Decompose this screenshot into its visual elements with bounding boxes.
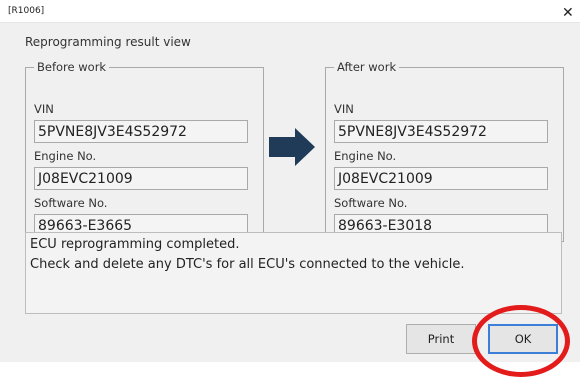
- print-button[interactable]: Print: [406, 324, 476, 354]
- close-icon[interactable]: ✕: [556, 2, 578, 20]
- after-software-label: Software No.: [334, 196, 408, 210]
- after-engine-label: Engine No.: [334, 149, 397, 163]
- message-line-1: ECU reprogramming completed.: [30, 237, 240, 252]
- right-arrow-icon: [269, 128, 315, 166]
- before-vin-field: 5PVNE8JV3E4S52972: [34, 120, 248, 143]
- before-software-label: Software No.: [34, 196, 108, 210]
- message-line-2: Check and delete any DTC's for all ECU's…: [30, 257, 465, 272]
- before-work-group: Before work VIN 5PVNE8JV3E4S52972 Engine…: [25, 60, 264, 242]
- after-vin-label: VIN: [334, 102, 354, 116]
- before-vin-label: VIN: [34, 102, 54, 116]
- after-work-group: After work VIN 5PVNE8JV3E4S52972 Engine …: [325, 60, 564, 242]
- ok-button[interactable]: OK: [488, 324, 558, 354]
- result-message-box: ECU reprogramming completed. Check and d…: [25, 232, 562, 314]
- after-vin-field: 5PVNE8JV3E4S52972: [334, 120, 548, 143]
- page-title: Reprogramming result view: [25, 35, 191, 49]
- before-engine-label: Engine No.: [34, 149, 97, 163]
- title-bar: [R1006] ✕: [0, 0, 580, 23]
- before-engine-field: J08EVC21009: [34, 167, 248, 190]
- after-engine-field: J08EVC21009: [334, 167, 548, 190]
- window-title: [R1006]: [8, 6, 45, 16]
- before-work-legend: Before work: [37, 60, 107, 74]
- dialog-body: Reprogramming result view Before work VI…: [0, 23, 580, 377]
- after-work-legend: After work: [337, 60, 397, 74]
